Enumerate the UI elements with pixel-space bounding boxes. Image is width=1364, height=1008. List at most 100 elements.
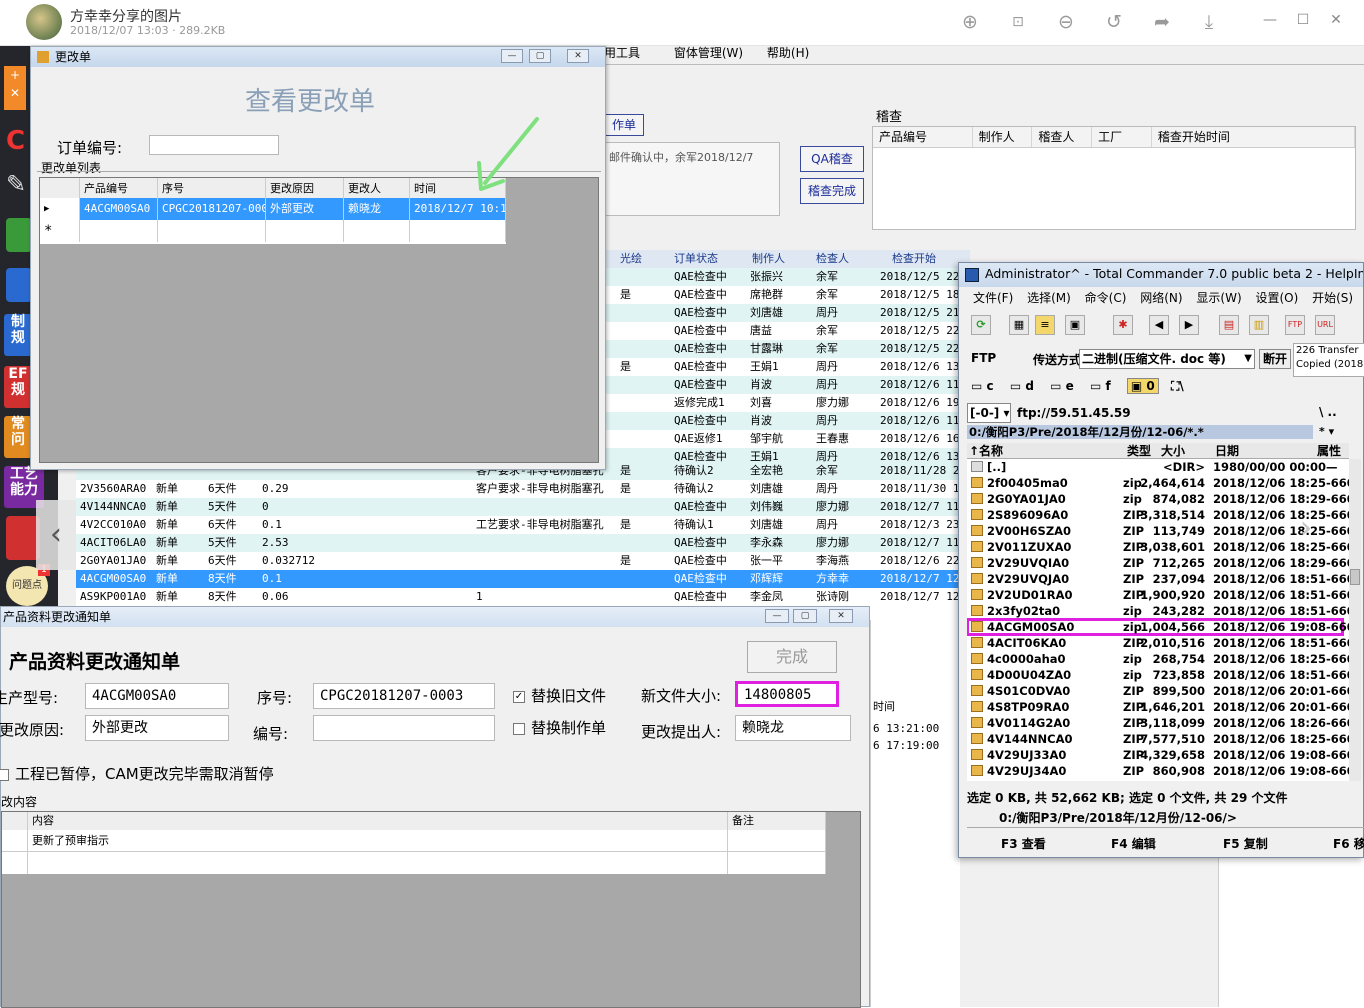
note-cell[interactable] (728, 830, 826, 852)
next-arrow-icon[interactable]: › (1286, 508, 1326, 558)
file-row[interactable]: 4S8TP09RA0 ZIP 1,646,201 2018/12/06 20:01-6… (967, 699, 1349, 715)
new-row-cell[interactable] (266, 220, 344, 242)
tc-menu-network[interactable]: 网络(N) (1140, 291, 1182, 305)
dock-tile-faq[interactable]: 常问 (4, 416, 32, 458)
drive-select[interactable]: [-0-] ▾ (967, 403, 1011, 423)
drive-d-button[interactable]: ▭ d (1010, 379, 1034, 393)
new-size-input[interactable]: 14800805 (735, 681, 839, 707)
table-row[interactable]: 4V2CC010A0 新单 6天件 0.1 工艺要求-非导电树脂塞孔 是 待确认1 刘唐雄 周丹… (76, 516, 970, 534)
menu-help[interactable]: 帮助(H) (767, 46, 809, 60)
maximize-icon[interactable]: ☐ (1293, 12, 1313, 28)
actual-size-icon[interactable]: ⊡ (1006, 10, 1030, 34)
transfer-mode-select[interactable]: 二进制(压缩文件. doc 等) ▼ (1079, 349, 1255, 369)
f5-copy-button[interactable]: F5 复制 (1223, 835, 1268, 852)
pause-checkbox[interactable]: 工程已暂停，CAM更改完毕需取消暂停 (0, 763, 274, 784)
file-row[interactable]: 2V29UVQJA0 ZIP 237,094 2018/12/06 18:51-660 (967, 571, 1349, 587)
tc-menu-select[interactable]: 选择(M) (1027, 291, 1071, 305)
file-row[interactable]: 2f00405ma0 zip 2,464,614 2018/12/06 18:25-6… (967, 475, 1349, 491)
done-button[interactable]: 完成 (747, 641, 837, 673)
new-row-cell[interactable] (344, 220, 410, 242)
tab-path[interactable]: 0:/衡阳P3/Pre/2018年/12月份/12-06/*.* (967, 425, 1313, 439)
menu-window[interactable]: 窗体管理(W) (674, 46, 743, 60)
back-icon[interactable]: ◀ (1149, 315, 1169, 335)
ftp-connect-icon[interactable]: FTP (1285, 315, 1305, 335)
f3-view-button[interactable]: F3 查看 (1001, 835, 1046, 852)
content-cell[interactable]: 更新了预审指示 (28, 830, 728, 852)
share-icon[interactable]: ➦ (1150, 10, 1174, 34)
qa-audit-button[interactable]: QA稽查 (800, 146, 864, 172)
maximize-icon[interactable]: ▢ (793, 609, 817, 623)
minimize-icon[interactable]: — (765, 609, 789, 623)
tc-menu-command[interactable]: 命令(C) (1085, 291, 1127, 305)
table-row[interactable]: 4ACIT06LA0 新单 5天件 2.53 QAE检查中 李永森 廖力娜 2018/12/7… (76, 534, 970, 552)
order-number-input[interactable] (149, 135, 279, 155)
workorder-tab-button[interactable]: 作单 (604, 114, 644, 136)
f4-edit-button[interactable]: F4 编辑 (1111, 835, 1156, 852)
file-row[interactable]: 4V29UJ34A0 ZIP 860,908 2018/12/06 19:08-660 (967, 763, 1349, 779)
file-row[interactable]: 4ACGM00SA0 zip 1,004,566 2018/12/06 19:08-6… (967, 618, 1349, 636)
replace-old-checkbox[interactable]: ✓ 替换旧文件 (513, 685, 606, 706)
file-row[interactable]: 4V144NNCA0 ZIP 7,577,510 2018/12/06 18:25-6… (967, 731, 1349, 747)
file-row[interactable]: [..] <DIR> 1980/00/00 00:00— (967, 459, 1343, 475)
file-row[interactable]: 4S01C0DVA0 ZIP 899,500 2018/12/06 20:01-660 (967, 683, 1349, 699)
col-type[interactable]: 类型 (1127, 443, 1151, 459)
prev-arrow-icon[interactable]: ‹ (36, 500, 76, 570)
zoom-out-icon[interactable]: ⊖ (1054, 10, 1078, 34)
table-row[interactable]: 2G0YA01JA0 新单 6天件 0.032712 是 QAE检查中 张一平 李海燕 2018… (76, 552, 970, 570)
tab-menu-icon[interactable]: * ▾ (1319, 425, 1334, 438)
file-row[interactable]: 2V2UD01RA0 ZIP 1,900,920 2018/12/06 18:51-6… (967, 587, 1349, 603)
close-icon[interactable]: ✕ (829, 609, 853, 623)
close-icon[interactable]: ✕ (567, 49, 589, 63)
network-icon[interactable]: ⛶\ (1171, 379, 1184, 393)
replace-work-checkbox[interactable]: 替换制作单 (513, 717, 606, 738)
note-cell[interactable] (728, 852, 826, 874)
tc-menu-view[interactable]: 显示(W) (1196, 291, 1241, 305)
dock-tile-rules[interactable]: 制规 (4, 314, 32, 356)
file-row[interactable]: 2G0YA01JA0 zip 874,082 2018/12/06 18:29-660 (967, 491, 1349, 507)
content-cell[interactable] (28, 852, 728, 874)
dock-chart-icon[interactable] (6, 218, 32, 252)
file-row[interactable]: 4V29UJ33A0 ZIP 4,329,658 2018/12/06 19:08-6… (967, 747, 1349, 763)
f6-move-button[interactable]: F6 移 (1333, 835, 1364, 852)
url-connect-icon[interactable]: URL (1315, 315, 1335, 335)
thumbnail-icon[interactable]: ▣ (1065, 315, 1085, 335)
dock-doc-icon[interactable] (6, 268, 32, 302)
row-selector-icon[interactable]: ▶ (40, 198, 80, 220)
table-row[interactable]: 4ACGM00SA0 新单 8天件 0.1 QAE检查中 邓辉辉 方幸幸 2018/12/7 … (76, 570, 970, 588)
new-row-cell[interactable] (158, 220, 266, 242)
proposer-input[interactable]: 赖晓龙 (735, 715, 851, 741)
maximize-icon[interactable]: ▢ (529, 49, 551, 63)
file-row[interactable]: 4ACIT06KA0 ZIP 2,010,516 2018/12/06 18:51-6… (967, 635, 1349, 651)
audit-done-button[interactable]: 稽查完成 (800, 178, 864, 204)
col-date[interactable]: 日期 (1215, 443, 1239, 459)
zoom-in-icon[interactable]: ⊕ (958, 10, 982, 34)
drive-e-button[interactable]: ▭ e (1050, 379, 1074, 393)
scrollbar-thumb[interactable] (1350, 569, 1360, 585)
dock-add-icon[interactable]: + ✕ (4, 66, 26, 110)
col-size[interactable]: 大小 (1161, 443, 1185, 459)
minimize-icon[interactable]: — (1260, 12, 1280, 28)
drive-ftp-button[interactable]: ▣ 0 (1126, 378, 1159, 394)
seq-input[interactable]: CPGC20181207-0003 (313, 683, 495, 709)
rotate-icon[interactable]: ↺ (1102, 10, 1126, 34)
table-row[interactable]: 2V3560ARA0 新单 6天件 0.29 客户要求-非导电树脂塞孔 是 待确认2 刘唐雄 周… (76, 480, 970, 498)
file-row[interactable]: 4V0114G2A0 ZIP 3,118,099 2018/12/06 18:26-6… (967, 715, 1349, 731)
dock-tile-ef[interactable]: EF 规 (4, 366, 32, 408)
root-icon[interactable]: \ .. (1319, 405, 1337, 419)
tc-menu-settings[interactable]: 设置(O) (1255, 291, 1298, 305)
reason-input[interactable]: 外部更改 (85, 715, 229, 741)
tc-menu-start[interactable]: 开始(S) (1312, 291, 1353, 305)
tc-menu-file[interactable]: 文件(F) (973, 291, 1013, 305)
download-icon[interactable]: ⤓ (1197, 10, 1221, 34)
drive-f-button[interactable]: ▭ f (1090, 379, 1111, 393)
number-input[interactable] (313, 715, 495, 741)
disconnect-button[interactable]: 断开 (1259, 349, 1291, 369)
scrollbar[interactable] (1349, 459, 1361, 781)
table-row[interactable]: 4V144NNCA0 新单 5天件 0 QAE检查中 刘伟巍 廖力娜 2018/12/7 11… (76, 498, 970, 516)
model-input[interactable]: 4ACGM00SA0 (85, 683, 229, 709)
col-attr[interactable]: 属性 (1317, 443, 1341, 459)
menu-tools[interactable]: 用工具 (604, 46, 640, 60)
unpack-icon[interactable]: ▥ (1249, 315, 1269, 335)
col-name[interactable]: ↑名称 (969, 443, 1003, 459)
brief-view-icon[interactable]: ▦ (1009, 315, 1029, 335)
